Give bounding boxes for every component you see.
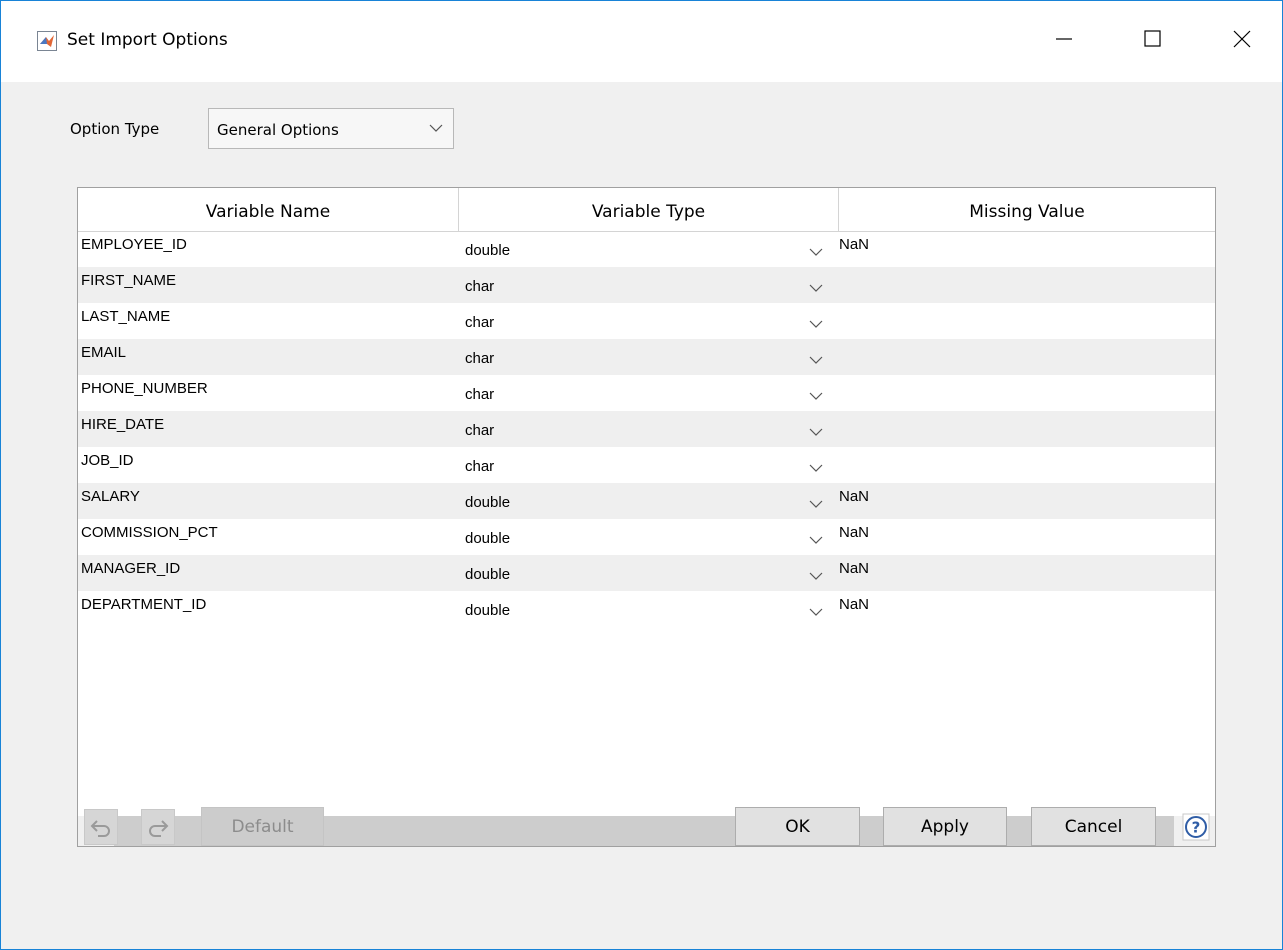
variable-name-cell[interactable]: SALARY [81,488,140,505]
header-missing-value[interactable]: Missing Value [839,188,1215,231]
missing-value-cell[interactable]: NaN [839,524,869,541]
variable-name-cell[interactable]: EMPLOYEE_ID [81,236,187,253]
table-row[interactable]: DEPARTMENT_ID double NaN [78,591,1215,627]
variable-name-cell[interactable]: HIRE_DATE [81,416,164,433]
chevron-down-icon[interactable] [809,283,823,292]
close-button[interactable] [1219,19,1265,59]
redo-button[interactable] [141,809,175,845]
svg-text:?: ? [1192,819,1201,837]
variable-name-cell[interactable]: JOB_ID [81,452,134,469]
variable-type-cell[interactable]: char [465,350,494,367]
chevron-down-icon[interactable] [809,355,823,364]
undo-icon [90,820,110,837]
table-body: EMPLOYEE_ID double NaN FIRST_NAME char L… [78,231,1215,627]
variable-type-cell[interactable]: double [465,242,510,259]
missing-value-cell[interactable]: NaN [839,560,869,577]
minimize-button[interactable] [1041,19,1087,59]
variable-type-cell[interactable]: double [465,494,510,511]
undo-button[interactable] [84,809,118,845]
option-type-label: Option Type [70,120,160,138]
variable-type-cell[interactable]: char [465,278,494,295]
option-type-value: General Options [217,121,339,139]
variable-type-cell[interactable]: double [465,602,510,619]
chevron-down-icon[interactable] [809,607,823,616]
missing-value-cell[interactable]: NaN [839,488,869,505]
chevron-down-icon[interactable] [809,247,823,256]
help-icon[interactable]: ? [1182,813,1210,841]
variable-name-cell[interactable]: DEPARTMENT_ID [81,596,206,613]
variable-name-cell[interactable]: PHONE_NUMBER [81,380,208,397]
variable-type-cell[interactable]: double [465,530,510,547]
chevron-down-icon[interactable] [809,463,823,472]
table-row[interactable]: COMMISSION_PCT double NaN [78,519,1215,555]
cancel-button[interactable]: Cancel [1031,807,1156,846]
variable-name-cell[interactable]: LAST_NAME [81,308,170,325]
redo-icon [149,820,169,837]
apply-button[interactable]: Apply [883,807,1007,846]
table-header: Variable Name Variable Type Missing Valu… [78,188,1215,232]
table-row[interactable]: EMAIL char [78,339,1215,375]
option-type-dropdown[interactable]: General Options [208,108,454,149]
table-row[interactable]: JOB_ID char [78,447,1215,483]
missing-value-cell[interactable]: NaN [839,236,869,253]
chevron-down-icon[interactable] [809,427,823,436]
matlab-icon [37,31,57,51]
set-import-options-dialog: Set Import Options Option Type General O… [0,0,1283,950]
variable-type-cell[interactable]: char [465,422,494,439]
chevron-down-icon [429,124,443,132]
close-icon [1233,30,1251,48]
chevron-down-icon[interactable] [809,499,823,508]
table-row[interactable]: PHONE_NUMBER char [78,375,1215,411]
variable-name-cell[interactable]: COMMISSION_PCT [81,524,218,541]
ok-button[interactable]: OK [735,807,860,846]
variable-type-cell[interactable]: char [465,314,494,331]
chevron-down-icon[interactable] [809,391,823,400]
missing-value-cell[interactable]: NaN [839,596,869,613]
header-variable-name[interactable]: Variable Name [78,188,459,231]
table-row[interactable]: HIRE_DATE char [78,411,1215,447]
variable-type-cell[interactable]: char [465,386,494,403]
header-variable-type[interactable]: Variable Type [459,188,839,231]
minimize-icon [1056,38,1072,40]
window-title: Set Import Options [67,30,228,50]
table-row[interactable]: SALARY double NaN [78,483,1215,519]
title-bar: Set Import Options [1,1,1282,82]
variable-name-cell[interactable]: EMAIL [81,344,126,361]
table-row[interactable]: LAST_NAME char [78,303,1215,339]
maximize-icon [1144,30,1161,47]
default-button[interactable]: Default [201,807,324,846]
maximize-button[interactable] [1130,19,1176,59]
variable-type-cell[interactable]: char [465,458,494,475]
table-row[interactable]: FIRST_NAME char [78,267,1215,303]
chevron-down-icon[interactable] [809,319,823,328]
chevron-down-icon[interactable] [809,571,823,580]
variable-type-cell[interactable]: double [465,566,510,583]
variables-table: Variable Name Variable Type Missing Valu… [77,187,1216,847]
chevron-down-icon[interactable] [809,535,823,544]
table-row[interactable]: EMPLOYEE_ID double NaN [78,231,1215,267]
variable-name-cell[interactable]: MANAGER_ID [81,560,180,577]
table-row[interactable]: MANAGER_ID double NaN [78,555,1215,591]
variable-name-cell[interactable]: FIRST_NAME [81,272,176,289]
